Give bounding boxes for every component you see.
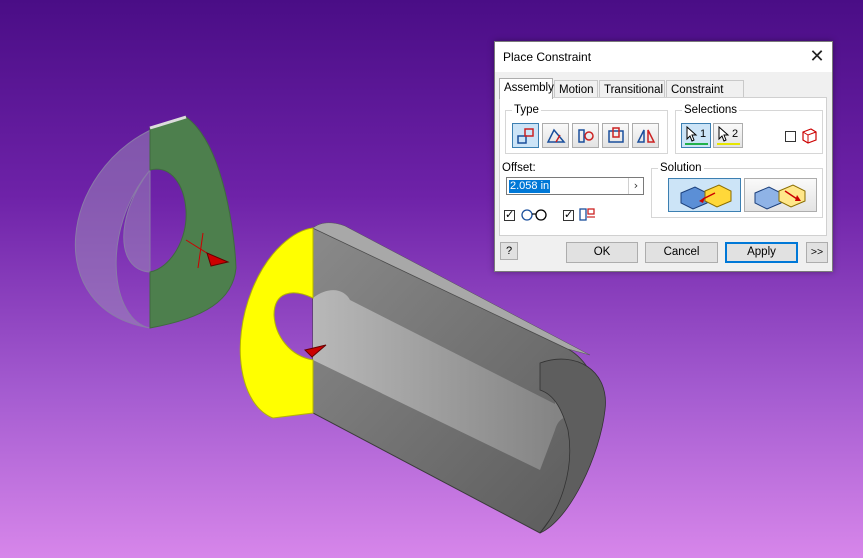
mate-constraint-button[interactable] [512,123,539,148]
show-preview-checkbox[interactable] [504,208,515,221]
tube-selected-face[interactable] [239,227,314,419]
predict-offset-checkbox[interactable] [563,208,574,221]
tab-transitional[interactable]: Transitional [599,80,665,98]
solution-group-label: Solution [658,161,704,175]
first-selection-button[interactable]: 1 [681,123,711,148]
predict-offset-icon [579,208,595,221]
mate-constraint-icon [517,128,534,144]
dialog-title: Place Constraint [503,50,592,64]
tab-assembly[interactable]: Assembly [499,78,554,99]
tab-motion[interactable]: Motion [554,80,598,98]
offset-label: Offset: [502,162,536,174]
insert-constraint-button[interactable] [602,123,629,148]
washer-transparent-half [74,127,156,329]
tangent-constraint-icon [578,129,594,143]
washer-part[interactable] [74,115,237,329]
symmetry-constraint-button[interactable] [632,123,659,148]
apply-button[interactable]: Apply [725,242,798,263]
help-button[interactable]: ? [500,242,518,260]
offset-menu-arrow-icon[interactable]: › [628,178,643,194]
mate-solution-icon [680,184,732,210]
tangent-constraint-button[interactable] [572,123,599,148]
offset-value: 2.058 in [509,180,551,193]
close-button[interactable]: ✕ [802,42,832,72]
offset-input[interactable]: 2.058 in › [506,177,644,195]
first-selection-label: 1 [700,128,707,140]
dialog-titlebar[interactable]: Place Constraint ✕ [495,42,832,72]
insert-constraint-icon [608,127,624,143]
place-constraint-dialog: Place Constraint ✕ Assembly Motion Trans… [494,41,833,272]
flush-solution-icon [754,184,806,210]
tab-constraint-set[interactable]: Constraint Set [666,80,744,114]
expand-dialog-button[interactable]: >> [806,242,828,263]
ok-button[interactable]: OK [566,242,638,263]
angle-constraint-button[interactable] [542,123,569,148]
washer-mate-face[interactable] [149,116,237,329]
angle-constraint-icon [546,128,566,143]
selections-group-label: Selections [682,103,740,117]
cancel-button[interactable]: Cancel [645,242,718,263]
type-group-label: Type [512,103,541,117]
mate-solution-button[interactable] [668,178,741,212]
second-selection-button[interactable]: 2 [713,123,743,148]
pick-part-first-icon [802,128,817,144]
second-selection-label: 2 [732,128,739,140]
symmetry-constraint-icon [636,129,656,143]
glasses-icon [521,209,547,221]
flush-solution-button[interactable] [744,178,817,212]
pick-part-first-checkbox[interactable] [785,131,796,142]
